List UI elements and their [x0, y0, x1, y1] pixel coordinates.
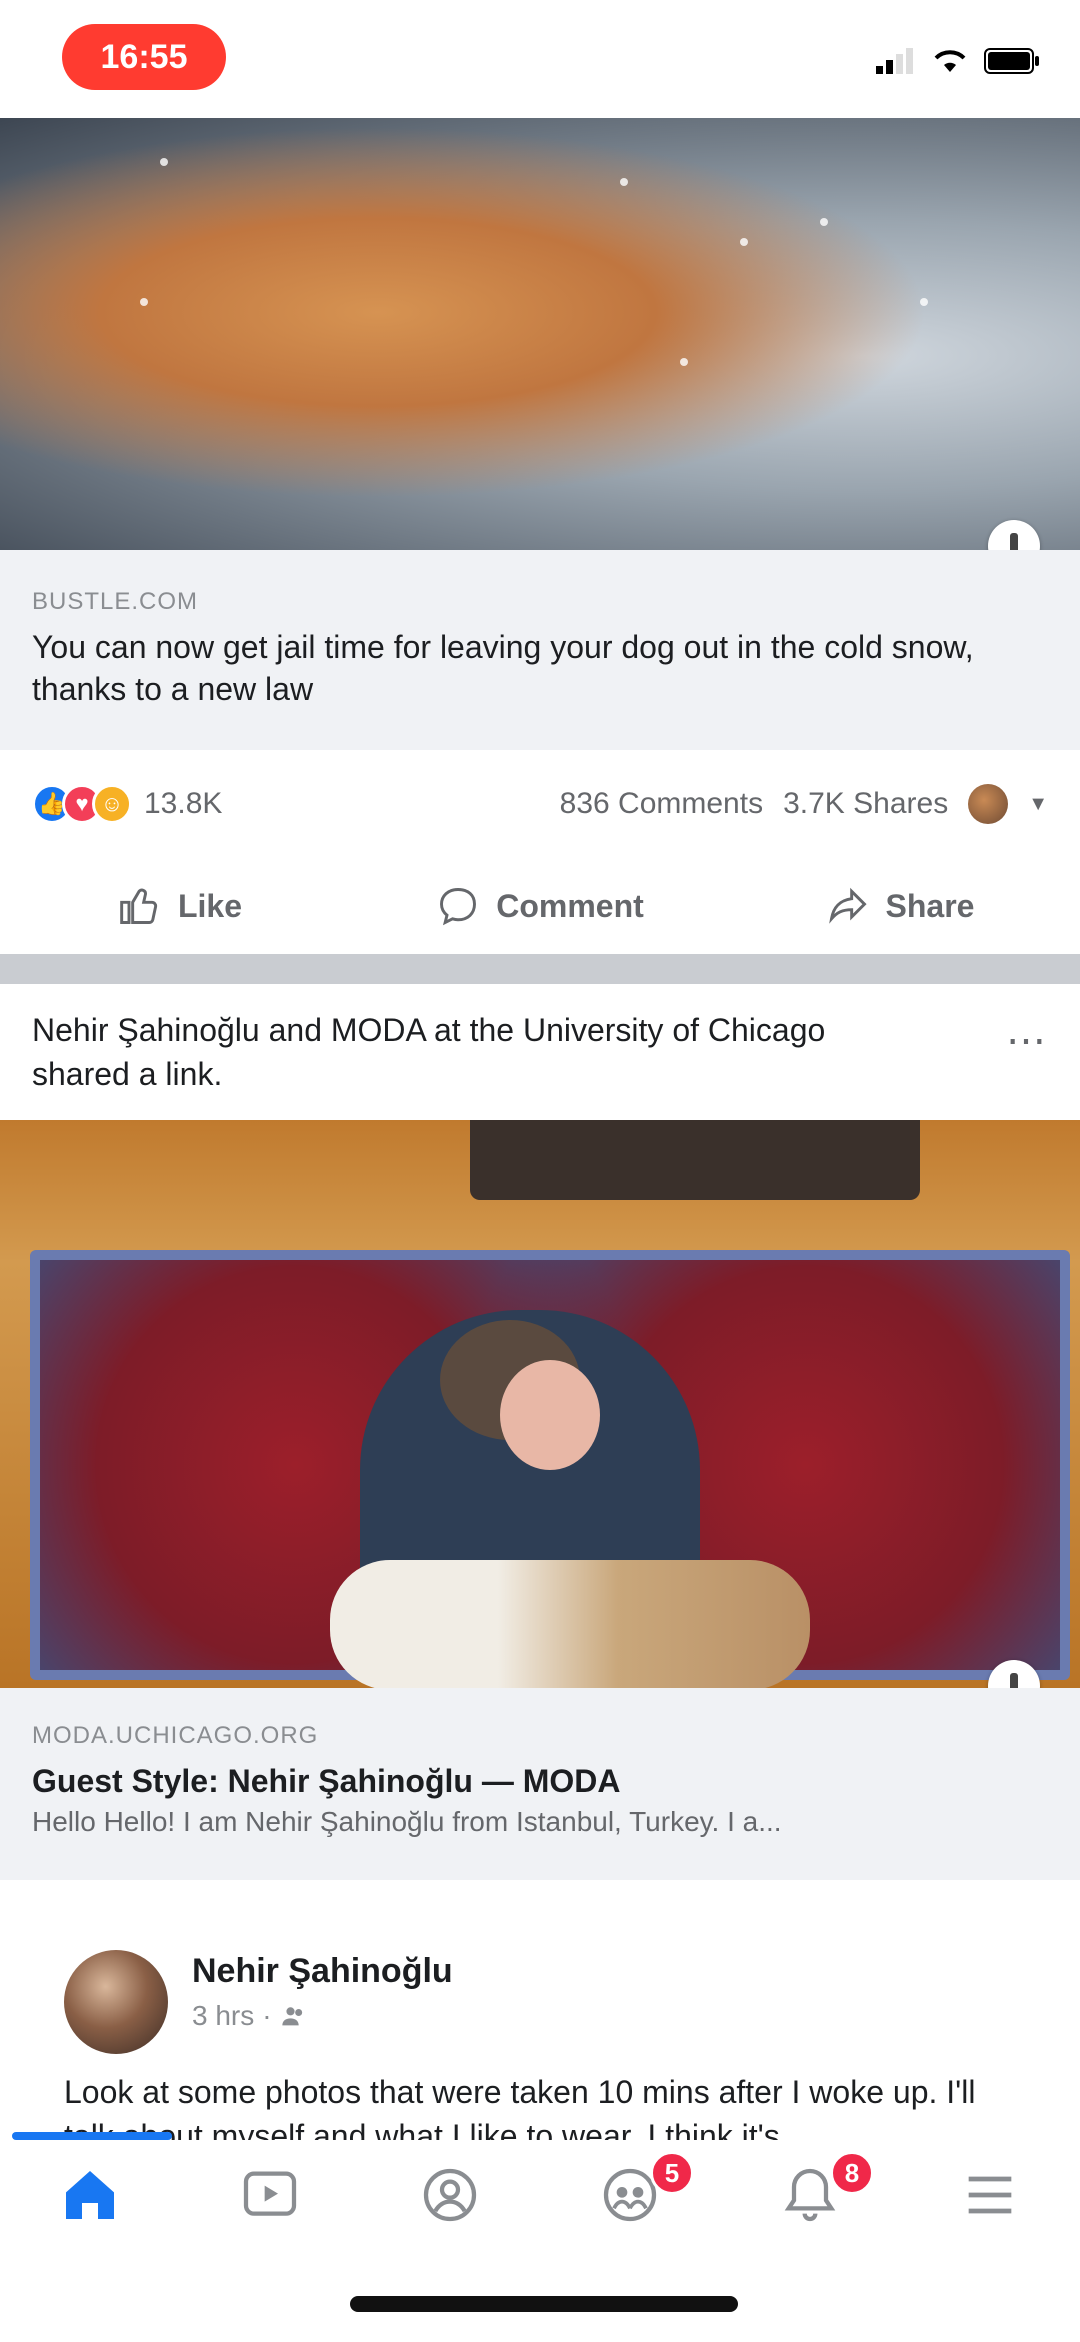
- groups-badge: 5: [650, 2151, 694, 2195]
- menu-icon: [968, 2176, 1012, 2214]
- post2-link-image[interactable]: [0, 1120, 1080, 1688]
- post-meta: 3 hrs ·: [192, 2000, 308, 2032]
- post-actions: Like Comment Share: [0, 858, 1080, 954]
- link-source: BUSTLE.COM: [32, 588, 199, 615]
- status-icons: [876, 48, 1040, 74]
- post-time[interactable]: 3 hrs: [192, 2000, 254, 2032]
- battery-icon: [984, 48, 1039, 74]
- post1-link-image[interactable]: [0, 118, 1080, 550]
- link-title: You can now get jail time for leaving yo…: [32, 629, 974, 707]
- tab-home[interactable]: [0, 2163, 180, 2227]
- reactions-summary[interactable]: 👍 ♥ ☺ 13.8K 836 Comments 3.7K Shares ▼: [0, 752, 1080, 856]
- tab-watch[interactable]: [180, 2163, 360, 2227]
- home-indicator[interactable]: [350, 2296, 738, 2312]
- haha-reaction-icon: ☺: [92, 784, 132, 824]
- friends-privacy-icon: [281, 2007, 302, 2026]
- tab-groups[interactable]: 5: [540, 2151, 720, 2227]
- share-button[interactable]: Share: [720, 884, 1080, 928]
- reaction-count[interactable]: 13.8K: [144, 787, 222, 821]
- share-label: Share: [885, 887, 975, 924]
- comment-icon: [440, 888, 477, 926]
- active-tab-indicator: [12, 2132, 172, 2140]
- avatar[interactable]: [968, 784, 1009, 824]
- tab-profile[interactable]: [360, 2163, 540, 2227]
- avatar[interactable]: [64, 1950, 168, 2054]
- post1-link-preview[interactable]: BUSTLE.COM You can now get jail time for…: [0, 550, 1080, 750]
- link-title: Guest Style: Nehir Şahinoğlu — MODA: [32, 1763, 621, 1799]
- profile-icon: [423, 2168, 477, 2222]
- status-time: 16:55: [62, 24, 226, 90]
- shares-count[interactable]: 3.7K Shares: [783, 787, 948, 821]
- thumbs-up-icon: [120, 888, 158, 924]
- link-description: Hello Hello! I am Nehir Şahinoğlu from I…: [32, 1806, 782, 1837]
- feed-separator: [0, 954, 1080, 984]
- status-bar: 16:55: [0, 0, 1080, 118]
- post2-header-text[interactable]: Nehir Şahinoğlu and MODA at the Universi…: [32, 1008, 912, 1096]
- home-icon: [66, 2171, 114, 2219]
- chevron-down-icon[interactable]: ▼: [1028, 793, 1048, 816]
- signal-icon: [876, 48, 913, 74]
- comments-count[interactable]: 836 Comments: [560, 787, 763, 821]
- more-options-icon[interactable]: ⋯: [1006, 1018, 1048, 1064]
- post3: Nehir Şahinoğlu 3 hrs · Look at some pho…: [0, 1880, 1080, 2154]
- post2-link-preview[interactable]: MODA.UCHICAGO.ORG Guest Style: Nehir Şah…: [0, 1688, 1080, 1880]
- share-icon: [828, 887, 867, 924]
- wifi-icon: [934, 50, 966, 72]
- tab-menu[interactable]: [900, 2163, 1080, 2227]
- post-author[interactable]: Nehir Şahinoğlu: [192, 1952, 453, 1991]
- post2-header: Nehir Şahinoğlu and MODA at the Universi…: [0, 984, 1080, 1120]
- link-source: MODA.UCHICAGO.ORG: [32, 1722, 319, 1749]
- tab-notifications[interactable]: 8: [720, 2151, 900, 2227]
- comment-button[interactable]: Comment: [360, 884, 720, 928]
- bottom-tab-bar: 5 8: [0, 2140, 1080, 2250]
- comment-label: Comment: [496, 887, 644, 924]
- like-label: Like: [177, 887, 243, 924]
- notifications-badge: 8: [830, 2151, 874, 2195]
- like-button[interactable]: Like: [0, 884, 360, 928]
- video-icon: [243, 2171, 297, 2216]
- info-icon[interactable]: [988, 520, 1040, 550]
